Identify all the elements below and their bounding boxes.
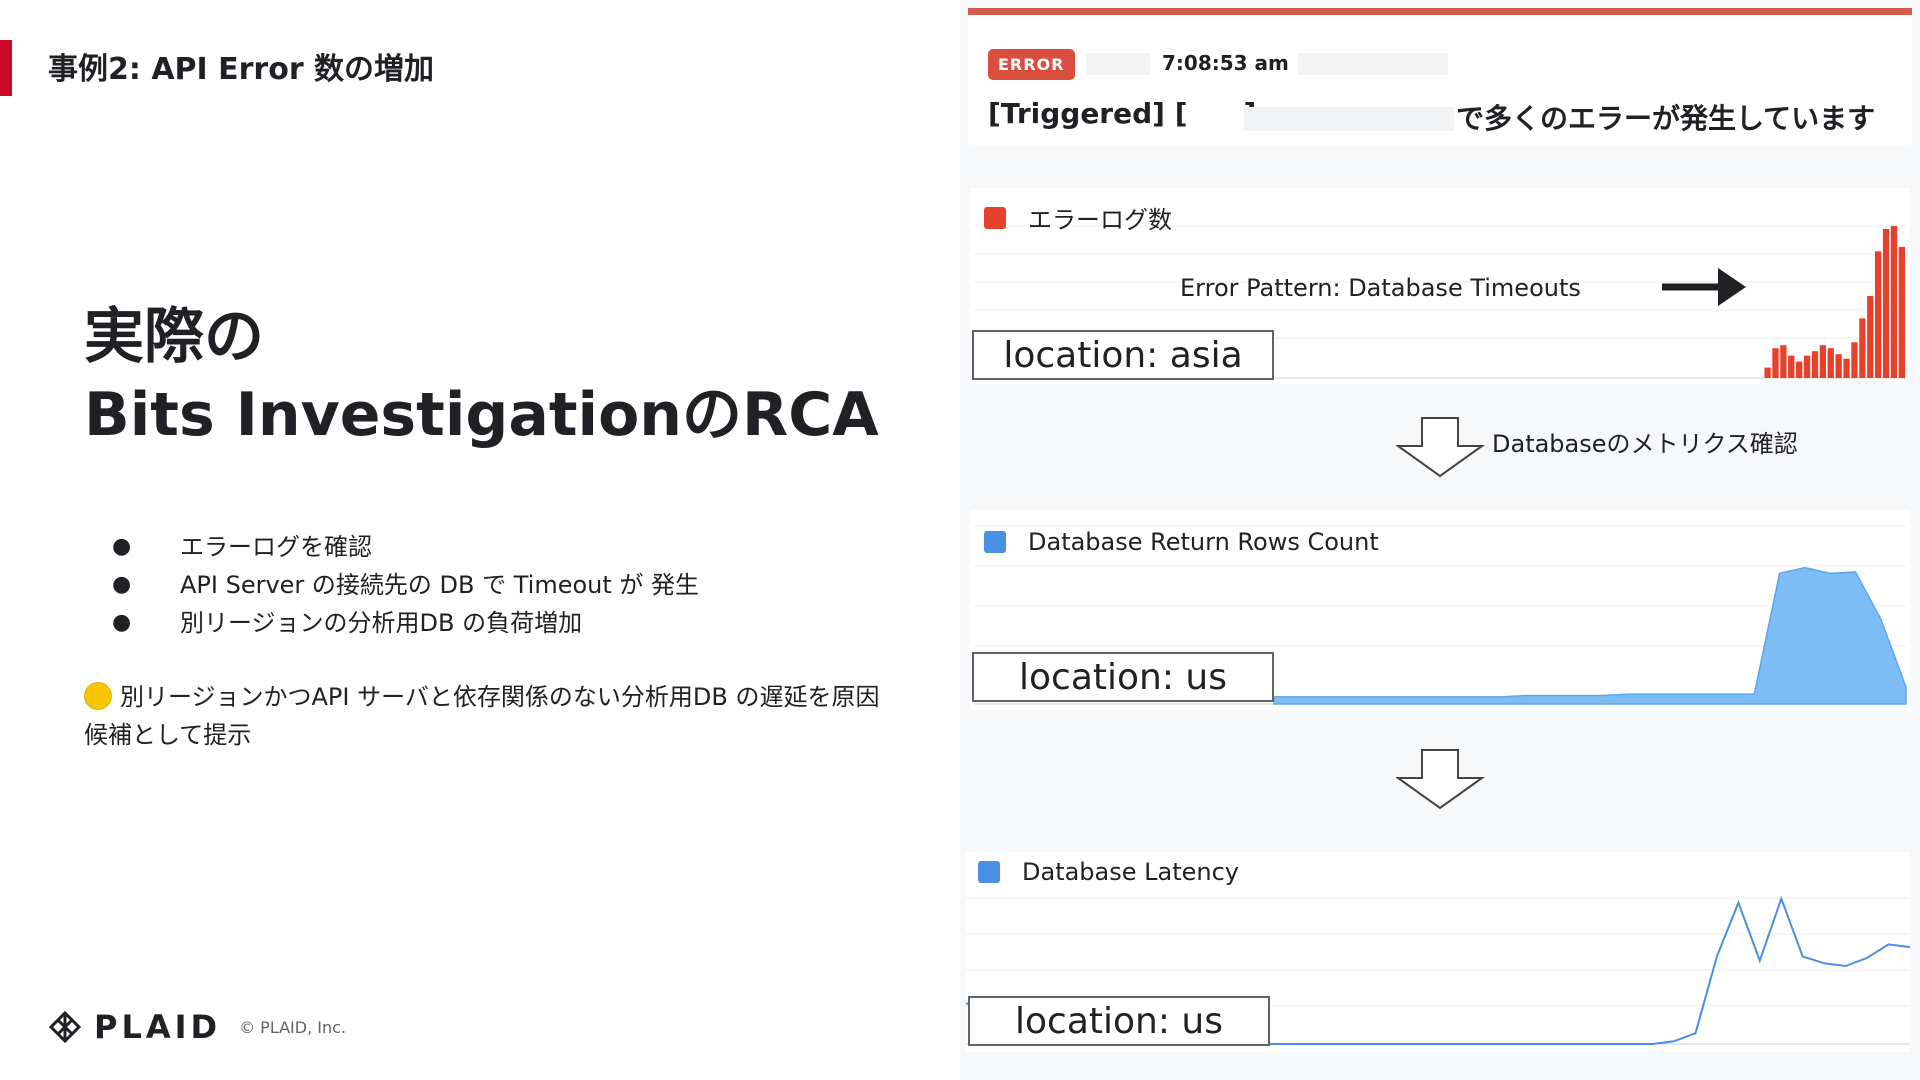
bar-error-log [1875,251,1882,378]
plaid-logo-text: PLAID [94,1008,222,1046]
alert-card: ERROR 7:08:53 am [Triggered] [] で多くのエラーが… [968,8,1912,146]
bar-error-log [1835,354,1842,378]
bar-error-log [1898,246,1905,378]
flow-step-label: Databaseのメトリクス確認 [1492,430,1798,458]
yellow-circle-icon [84,682,112,710]
redacted-text [1086,53,1150,75]
bar-error-log [1867,296,1874,378]
bar-error-log [1764,367,1771,378]
redacted-text [1298,53,1448,75]
legend-label: Database Latency [1022,858,1240,886]
bullet-item: ● エラーログを確認 [112,528,699,566]
bar-error-log [1796,361,1803,378]
bullet-dot-icon: ● [112,534,132,559]
alert-time: 7:08:53 am [1162,51,1289,75]
footer: PLAID © PLAID, Inc. [48,1008,346,1046]
alert-title-prefix-text: [Triggered] [ [988,97,1188,130]
rca-evidence-panel: ERROR 7:08:53 am [Triggered] [] で多くのエラーが… [960,0,1920,1080]
location-label-us: location: us [968,996,1270,1046]
accent-bar [0,40,12,96]
redacted-text [1244,107,1454,131]
plaid-logo-icon [48,1010,82,1044]
bullet-list: ● エラーログを確認 ● API Server の接続先の DB で Timeout… [112,528,699,642]
slide-header-title: 事例2: API Error 数の増加 [48,52,435,87]
db-latency-chart: Database Latency location: us [966,852,1910,1052]
chart-legend: エラーログ数 [984,200,1172,235]
copyright-text: © PLAID, Inc. [239,1017,346,1037]
chart-legend: Database Latency [978,858,1239,886]
error-log-count-chart: エラーログ数 Error Pattern: Database Timeouts … [970,188,1910,384]
alert-title-prefix: [Triggered] [] [988,97,1256,130]
conclusion-text-block: 別リージョンかつAPI サーバと依存関係のない分析用DB の遅延を原因候補として… [84,678,884,754]
conclusion-text: 別リージョンかつAPI サーバと依存関係のない分析用DB の遅延を原因候補として… [84,683,880,749]
legend-swatch [984,531,1006,553]
bar-error-log [1827,348,1834,378]
legend-swatch [978,861,1000,883]
down-arrow-icon [1396,749,1486,810]
area-db-return-rows [1273,566,1907,705]
bullet-text: API Server の接続先の DB で Timeout が 発生 [180,571,700,599]
bar-error-log [1882,228,1890,378]
alert-title-suffix: で多くのエラーが発生しています [1456,102,1876,135]
bullet-item: ● 別リージョンの分析用DB の負荷増加 [112,604,699,642]
bar-error-log [1780,345,1787,378]
bar-error-log [1819,345,1827,378]
bar-error-log [1890,226,1898,378]
bar-error-log [1859,318,1866,378]
slide-main-title: 実際の Bits InvestigationのRCA [84,298,879,454]
bar-error-log [1803,355,1811,378]
bar-error-log [1788,355,1795,378]
arrow-right-icon [1662,268,1746,306]
bullet-text: 別リージョンの分析用DB の負荷増加 [180,609,583,637]
bar-error-log [1811,351,1819,378]
error-pattern-annotation: Error Pattern: Database Timeouts [1180,274,1581,302]
main-title-line-1: 実際の [84,302,264,372]
location-label-us: location: us [972,652,1274,702]
down-arrow-icon [1396,417,1486,478]
bullet-text: エラーログを確認 [180,533,372,561]
error-badge: ERROR [988,49,1075,80]
location-label-asia: location: asia [972,330,1274,380]
chart-legend: Database Return Rows Count [984,528,1379,556]
bar-error-log [1851,342,1858,378]
main-title-line-2: Bits InvestigationのRCA [84,380,879,450]
bar-error-log [1772,348,1779,378]
legend-label: Database Return Rows Count [1028,528,1379,556]
bar-error-log [1843,358,1850,378]
bullet-dot-icon: ● [112,610,132,635]
bullet-dot-icon: ● [112,572,132,597]
db-return-rows-chart: Database Return Rows Count location: us [970,510,1910,710]
legend-swatch [984,206,1006,229]
bullet-item: ● API Server の接続先の DB で Timeout が 発生 [112,566,699,604]
legend-label: エラーログ数 [1028,206,1172,234]
